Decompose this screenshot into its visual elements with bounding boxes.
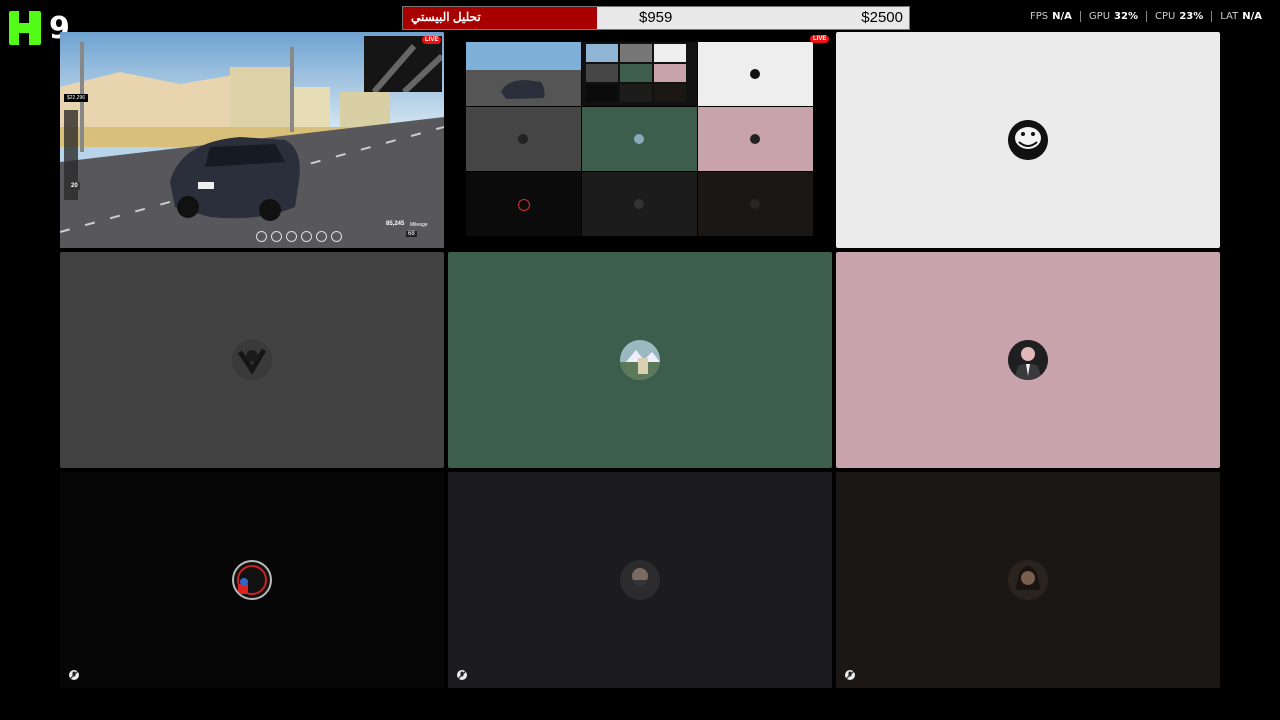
- hud-gear: 68: [406, 231, 417, 237]
- goal-current-amount: $959: [639, 9, 673, 26]
- landscape-avatar-icon: [634, 134, 644, 144]
- stat-gpu: GPU 32%: [1079, 11, 1146, 22]
- preview-cell-nested: [582, 42, 697, 106]
- participant-tile-6[interactable]: [448, 472, 832, 688]
- participant-tile-2[interactable]: [60, 252, 444, 468]
- landscape-avatar-icon: [620, 340, 660, 380]
- minimap: [364, 36, 444, 95]
- dark-figure-avatar-icon: [518, 134, 528, 144]
- car-scene-icon: [466, 42, 581, 106]
- hud-level: 20: [69, 182, 80, 190]
- man-in-suit-avatar-icon: [750, 134, 760, 144]
- preview-cell-p5: [466, 172, 581, 236]
- preview-cell-p7: [698, 172, 813, 236]
- game-stream-tile[interactable]: LIVE $22,296 20 85,245 Mileage 68: [60, 32, 444, 248]
- trollface-avatar-icon: [1008, 120, 1048, 160]
- hotbar-slot-icon: [286, 231, 297, 242]
- muted-mic-icon: [456, 668, 468, 680]
- stat-cpu: CPU 23%: [1145, 11, 1211, 22]
- preview-cell-p3: [582, 107, 697, 171]
- live-badge: LIVE: [422, 36, 442, 44]
- performance-stats: FPS N/A GPU 32% CPU 23% LAT N/A: [1022, 11, 1270, 22]
- hotbar-slot-icon: [301, 231, 312, 242]
- long-hair-man-avatar-icon: [750, 199, 760, 209]
- hotbar-slot-icon: [271, 231, 282, 242]
- hotbar-slot-icon: [331, 231, 342, 242]
- hud-hotbar: [256, 231, 342, 242]
- hud-speed: 85,245: [386, 221, 405, 227]
- stat-lat: LAT N/A: [1211, 11, 1270, 22]
- hotbar-slot-icon: [316, 231, 327, 242]
- goal-target-amount: $2500: [861, 9, 903, 26]
- long-hair-man-avatar-icon: [1008, 560, 1048, 600]
- goal-label: تحليل البيستي: [411, 10, 481, 24]
- participant-tile-1[interactable]: [836, 32, 1220, 248]
- muted-mic-icon: [68, 668, 80, 680]
- live-badge: LIVE: [810, 35, 830, 43]
- stat-fps: FPS N/A: [1030, 11, 1072, 22]
- bearded-man-avatar-icon: [634, 199, 644, 209]
- preview-cell-p1: [698, 42, 813, 106]
- trollface-avatar-icon: [750, 69, 760, 79]
- red-circle-avatar-icon: [232, 560, 272, 600]
- map-roads-icon: [371, 44, 444, 95]
- donation-goal-bar: تحليل البيستي $959 $2500: [402, 6, 910, 30]
- red-circle-avatar-icon: [518, 199, 530, 211]
- hotbar-slot-icon: [256, 231, 267, 242]
- dark-figure-avatar-icon: [232, 340, 272, 380]
- participant-tile-5[interactable]: [60, 472, 444, 688]
- participant-tile-3[interactable]: [448, 252, 832, 468]
- hud-money: $22,296: [64, 94, 89, 102]
- preview-cell-p4: [698, 107, 813, 171]
- participant-tile-7[interactable]: [836, 472, 1220, 688]
- hud-mileage: Mileage: [410, 222, 428, 228]
- muted-mic-icon: [844, 668, 856, 680]
- preview-cell-p6: [582, 172, 697, 236]
- preview-cell-p2: [466, 107, 581, 171]
- participant-tile-4[interactable]: [836, 252, 1220, 468]
- kick-logo-icon: [9, 11, 41, 45]
- grid-preview-tile[interactable]: LIVE: [448, 32, 832, 248]
- preview-cell-game: [466, 42, 581, 106]
- man-in-suit-avatar-icon: [1008, 340, 1048, 380]
- bearded-man-avatar-icon: [620, 560, 660, 600]
